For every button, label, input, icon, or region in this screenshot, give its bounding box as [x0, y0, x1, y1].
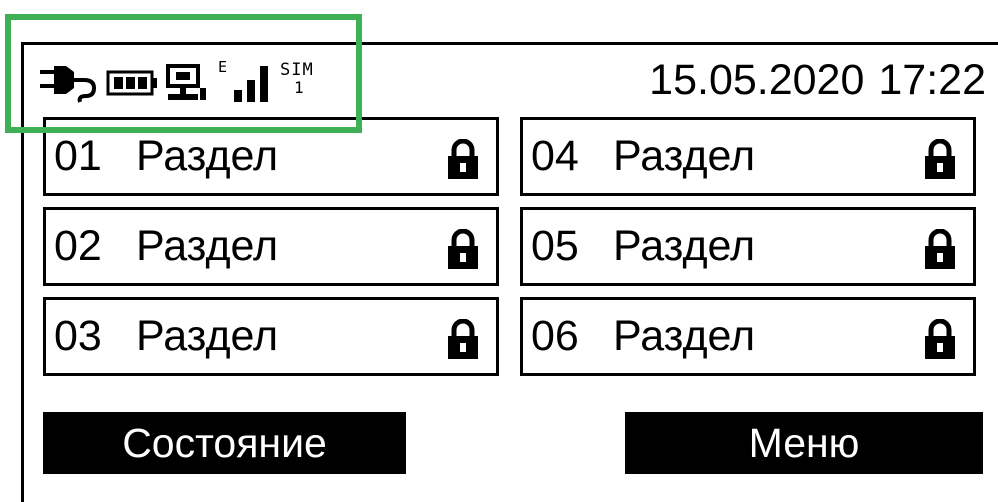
lock-icon	[925, 229, 955, 269]
section-label: Раздел	[136, 132, 279, 180]
lock-icon	[448, 139, 478, 179]
section-04[interactable]: 04 Раздел	[520, 117, 976, 196]
section-number: 04	[531, 132, 579, 180]
time-text: 17:22	[878, 56, 986, 104]
section-label: Раздел	[613, 222, 756, 270]
section-label: Раздел	[613, 132, 756, 180]
lock-icon	[925, 319, 955, 359]
state-button[interactable]: Состояние	[43, 412, 406, 474]
menu-button[interactable]: Меню	[625, 412, 983, 474]
section-number: 03	[54, 312, 102, 360]
section-03[interactable]: 03 Раздел	[43, 297, 499, 376]
datetime: 15.05.2020 17:22	[649, 55, 986, 105]
section-label: Раздел	[613, 312, 756, 360]
status-icons-highlight	[5, 14, 362, 133]
section-number: 02	[54, 222, 102, 270]
section-05[interactable]: 05 Раздел	[520, 207, 976, 286]
section-label: Раздел	[136, 222, 279, 270]
lock-icon	[448, 319, 478, 359]
lock-icon	[448, 229, 478, 269]
section-06[interactable]: 06 Раздел	[520, 297, 976, 376]
section-number: 01	[54, 132, 102, 180]
section-label: Раздел	[136, 312, 279, 360]
section-number: 05	[531, 222, 579, 270]
lock-icon	[925, 139, 955, 179]
section-02[interactable]: 02 Раздел	[43, 207, 499, 286]
date-text: 15.05.2020	[649, 56, 865, 104]
section-number: 06	[531, 312, 579, 360]
